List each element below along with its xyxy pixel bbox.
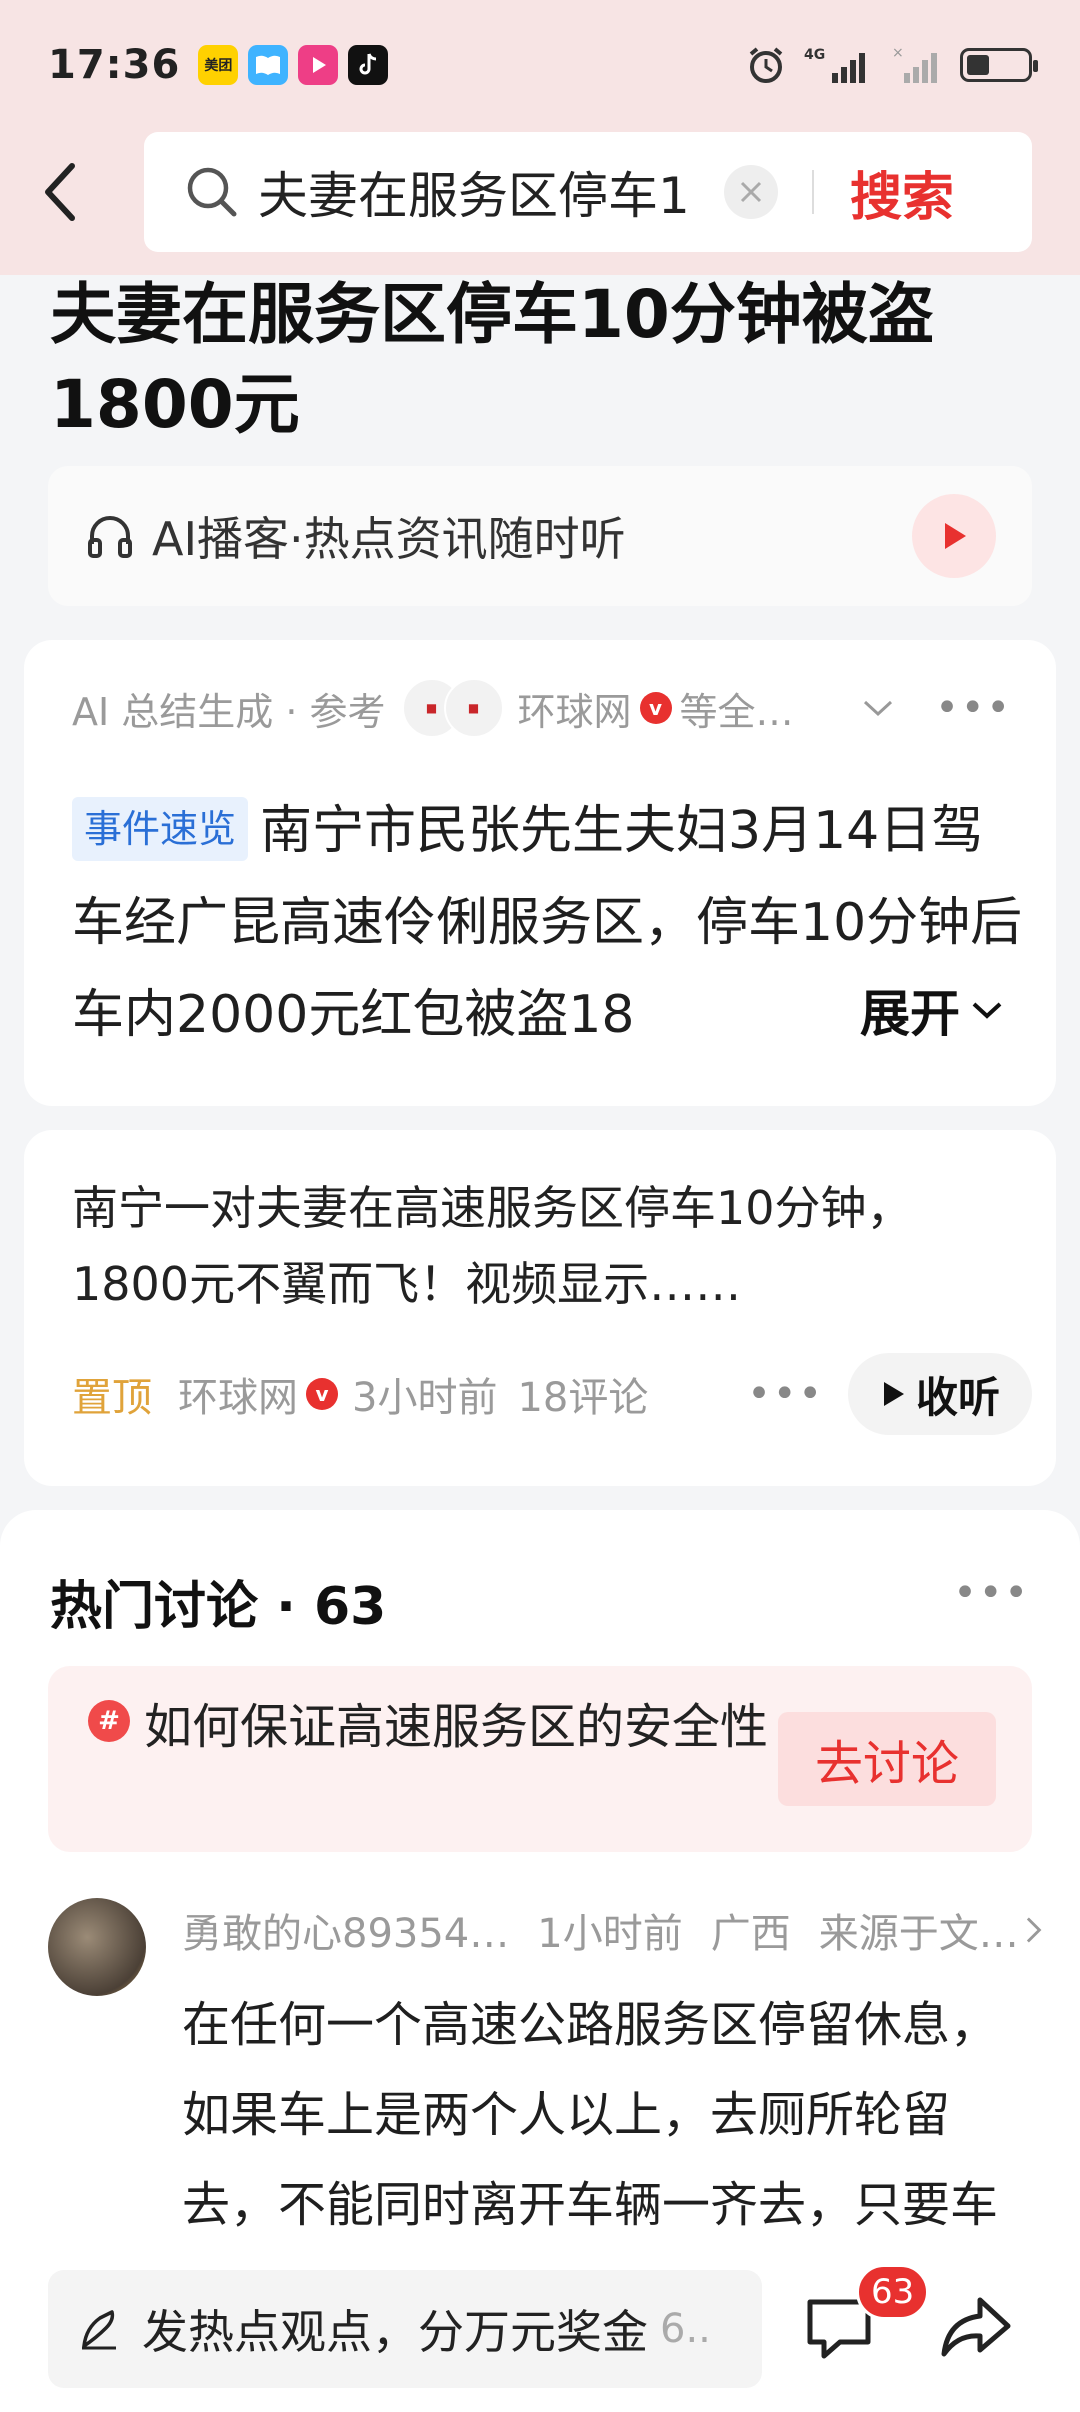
discussion-topic[interactable]: # 如何保证高速服务区的安全性 去讨论 (48, 1666, 1032, 1852)
more-options-icon[interactable]: ••• (747, 1371, 824, 1417)
comment-input[interactable]: 发热点观点，分万元奖金 6.. (48, 2270, 762, 2388)
play-icon (945, 523, 966, 549)
alarm-icon (749, 47, 783, 83)
comment-source[interactable]: 来源于文… (819, 1901, 1019, 1959)
chevron-down-icon[interactable] (861, 697, 895, 719)
comment-input-placeholder: 发热点观点，分万元奖金 (142, 2305, 648, 2359)
ai-summary-meta: AI 总结生成 · 参考 ■ ■ 环球网 v 等全… ••• (72, 676, 1012, 740)
event-tag: 事件速览 (72, 797, 249, 861)
go-discuss-button[interactable]: 去讨论 (778, 1712, 996, 1806)
play-icon (883, 1382, 904, 1406)
status-right: 4G × (746, 45, 1038, 85)
bottom-bar: 发热点观点，分万元奖金 6.. 63 (0, 2252, 1080, 2412)
discussion-count: · 63 (276, 1577, 387, 1637)
chevron-down-icon (972, 1002, 1002, 1019)
comment-user[interactable]: 勇敢的心89354… (182, 1901, 509, 1959)
ai-summary-suffix: 等全… (679, 689, 794, 734)
comment-location: 广西 (710, 1911, 791, 1957)
podcast-label: AI播客·热点资讯随时听 (152, 512, 626, 566)
listen-label: 收听 (915, 1372, 1000, 1422)
ai-summary-prefix: AI 总结生成 · 参考 (72, 689, 386, 734)
share-button[interactable] (936, 2288, 1026, 2378)
listen-button[interactable]: 收听 (848, 1353, 1032, 1435)
news-time: 3小时前 (352, 1375, 498, 1421)
expand-label: 展开 (860, 985, 960, 1043)
status-bar: 17:36 美团 4G × (0, 0, 1080, 130)
svg-text:4G: 4G (804, 47, 825, 63)
battery-icon (960, 48, 1038, 82)
pen-icon (82, 2310, 116, 2350)
headphones-icon (88, 516, 132, 558)
share-icon (941, 2297, 1011, 2357)
ai-summary-source[interactable]: 环球网 (518, 681, 632, 736)
ai-podcast-bar[interactable]: AI播客·热点资讯随时听 (48, 466, 1032, 606)
back-button[interactable] (0, 132, 120, 252)
verified-icon: v (639, 692, 672, 724)
search-input[interactable]: 夫妻在服务区停车1 (258, 156, 718, 228)
expand-button[interactable]: 展开 (800, 965, 1004, 1055)
search-header: 夫妻在服务区停车1 搜索 (0, 132, 1080, 252)
back-arrow-icon (45, 163, 75, 221)
comment-count-badge: 63 (856, 2264, 930, 2320)
reader-app-icon (248, 45, 289, 85)
news-title[interactable]: 南宁一对夫妻在高速服务区停车10分钟，1800元不翼而飞！视频显示…… (72, 1170, 1022, 1322)
news-source[interactable]: 环球网 (178, 1365, 298, 1423)
status-app-icons: 美团 (198, 45, 389, 85)
more-options-icon[interactable]: ••• (953, 1570, 1030, 1616)
comment-time: 1小时前 (537, 1911, 683, 1957)
source-logos: ■ ■ (401, 678, 504, 738)
comment-meta: 勇敢的心89354… 1小时前 广西 来源于文… (182, 1900, 1042, 1960)
discussion-title: 热门讨论 (50, 1577, 259, 1637)
search-box[interactable]: 夫妻在服务区停车1 搜索 (144, 132, 1032, 252)
comment-text: 在任何一个高速公路服务区停留休息，如果车上是两个人以上，去厕所轮留去，不能同时离… (182, 1997, 999, 2233)
meituan-icon: 美团 (198, 45, 239, 85)
news-meta: 置顶 环球网 v 3小时前 18评论 ••• 收听 (72, 1352, 1032, 1436)
chevron-right-icon[interactable] (1025, 1915, 1042, 1945)
search-icon (187, 167, 237, 217)
more-options-icon[interactable]: ••• (935, 685, 1012, 731)
discussion-heading: 热门讨论 · 63 (50, 1564, 386, 1639)
news-card[interactable]: 南宁一对夫妻在高速服务区停车10分钟，1800元不翼而飞！视频显示…… 置顶 环… (24, 1130, 1056, 1486)
tiktok-icon (348, 45, 389, 85)
status-time: 17:36 (48, 42, 181, 88)
news-comments[interactable]: 18评论 (517, 1365, 648, 1423)
pinned-label: 置顶 (72, 1375, 152, 1421)
search-divider (812, 170, 814, 214)
avatar[interactable] (48, 1898, 146, 1996)
article-title: 夫妻在服务区停车10分钟被盗1800元 (50, 276, 934, 443)
signal-weak-icon: × (892, 45, 937, 83)
podcast-play-button[interactable] (912, 494, 996, 578)
signal-4g-icon: 4G (804, 47, 865, 83)
comment-input-suffix: 6.. (660, 2306, 711, 2352)
close-icon (740, 181, 762, 203)
ai-summary-card: AI 总结生成 · 参考 ■ ■ 环球网 v 等全… ••• 事件速览 南宁市民张… (24, 640, 1056, 1106)
verified-icon: v (306, 1378, 338, 1410)
clear-search-button[interactable] (724, 165, 778, 219)
search-button[interactable]: 搜索 (850, 155, 954, 230)
video-app-icon (298, 45, 339, 85)
svg-text:×: × (892, 45, 904, 61)
topic-text[interactable]: 如何保证高速服务区的安全性 (86, 1692, 786, 1762)
source-logo-icon: ■ (443, 678, 504, 738)
